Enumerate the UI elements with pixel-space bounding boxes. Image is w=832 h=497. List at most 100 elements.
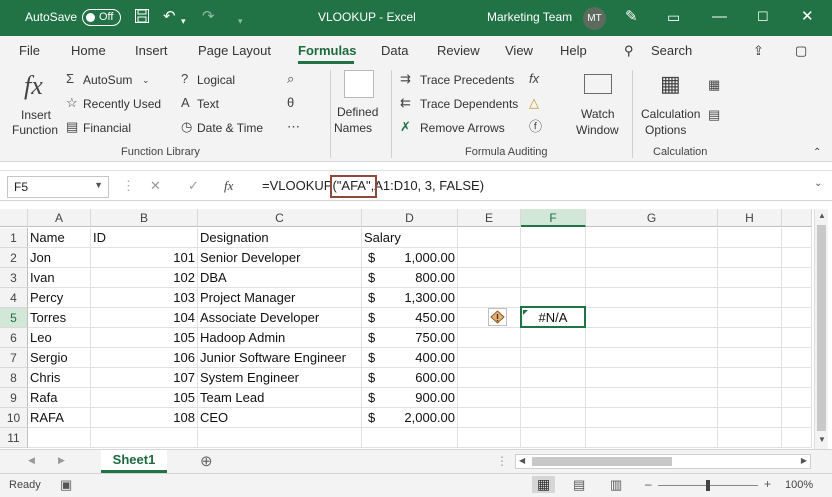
chevron-down-icon[interactable]: ⌄: [142, 73, 150, 87]
trace-precedents-icon[interactable]: ⇉: [400, 72, 411, 86]
table-cell[interactable]: Rafa: [28, 388, 91, 408]
table-cell[interactable]: 108: [91, 408, 198, 428]
table-cell[interactable]: [458, 348, 521, 368]
cancel-icon[interactable]: ✕: [150, 178, 161, 194]
table-cell[interactable]: $900.00: [362, 388, 458, 408]
table-cell[interactable]: [782, 388, 812, 408]
more-functions-icon[interactable]: ⋯: [287, 120, 300, 134]
search-icon[interactable]: ⚲: [624, 43, 634, 59]
table-cell[interactable]: [782, 248, 812, 268]
table-cell[interactable]: ID: [91, 228, 198, 248]
table-cell[interactable]: [718, 248, 782, 268]
table-cell[interactable]: 106: [91, 348, 198, 368]
trace-precedents-button[interactable]: Trace Precedents: [420, 73, 514, 87]
add-sheet-icon[interactable]: ⊕: [200, 452, 213, 470]
col-header-g[interactable]: G: [586, 209, 718, 227]
table-cell[interactable]: 101: [91, 248, 198, 268]
table-cell[interactable]: [521, 428, 586, 448]
row-header[interactable]: 10: [0, 408, 28, 428]
zoom-level[interactable]: 100%: [785, 479, 813, 491]
table-cell[interactable]: [458, 428, 521, 448]
text-icon[interactable]: A: [181, 96, 190, 110]
table-cell[interactable]: Sergio: [28, 348, 91, 368]
table-cell[interactable]: [521, 388, 586, 408]
table-cell[interactable]: $750.00: [362, 328, 458, 348]
table-cell[interactable]: $400.00: [362, 348, 458, 368]
table-cell[interactable]: [521, 248, 586, 268]
table-cell[interactable]: [782, 288, 812, 308]
table-cell[interactable]: [91, 428, 198, 448]
table-cell[interactable]: Torres: [28, 308, 91, 328]
table-cell[interactable]: [521, 408, 586, 428]
insert-function-button[interactable]: fx: [224, 178, 233, 194]
scroll-left-icon[interactable]: ◀: [519, 456, 525, 465]
table-cell[interactable]: [782, 368, 812, 388]
collapse-ribbon-icon[interactable]: ⌃: [813, 146, 821, 160]
scroll-up-icon[interactable]: ▲: [818, 211, 826, 220]
page-break-view-icon[interactable]: ▥: [610, 477, 622, 493]
logical-icon[interactable]: ?: [181, 72, 188, 86]
scroll-right-icon[interactable]: ▶: [801, 456, 807, 465]
table-cell[interactable]: CEO: [198, 408, 362, 428]
table-cell[interactable]: [782, 308, 812, 328]
scroll-right-sheet-icon[interactable]: ▶: [58, 455, 65, 466]
table-cell[interactable]: [586, 368, 718, 388]
table-cell[interactable]: [782, 428, 812, 448]
col-header-e[interactable]: E: [458, 209, 521, 227]
macro-record-icon[interactable]: ▣: [60, 477, 72, 493]
row-header[interactable]: 11: [0, 428, 28, 448]
maximize-icon[interactable]: ☐: [757, 8, 769, 26]
table-cell[interactable]: $1,300.00: [362, 288, 458, 308]
trace-dependents-icon[interactable]: ⇇: [400, 96, 411, 110]
table-cell[interactable]: Jon: [28, 248, 91, 268]
trace-dependents-button[interactable]: Trace Dependents: [420, 97, 518, 111]
zoom-out-icon[interactable]: –: [645, 477, 652, 491]
table-cell[interactable]: Leo: [28, 328, 91, 348]
table-cell[interactable]: [718, 388, 782, 408]
tab-data[interactable]: Data: [381, 43, 408, 58]
minimize-icon[interactable]: —: [712, 8, 727, 26]
table-cell[interactable]: $1,000.00: [362, 248, 458, 268]
tab-review[interactable]: Review: [437, 43, 480, 58]
show-formulas-icon[interactable]: fx: [529, 72, 539, 86]
avatar[interactable]: MT: [583, 7, 606, 30]
row-header[interactable]: 9: [0, 388, 28, 408]
comments-icon[interactable]: ▢: [795, 43, 807, 59]
error-warning-icon[interactable]: [488, 308, 507, 326]
table-cell[interactable]: [458, 228, 521, 248]
table-cell[interactable]: [28, 428, 91, 448]
table-cell[interactable]: [362, 428, 458, 448]
table-cell[interactable]: [718, 328, 782, 348]
text-button[interactable]: Text: [197, 97, 219, 111]
date-time-icon[interactable]: ◷: [181, 120, 192, 134]
logical-button[interactable]: Logical: [197, 73, 235, 87]
calculate-sheet-icon[interactable]: ▤: [708, 108, 720, 122]
table-cell[interactable]: [718, 368, 782, 388]
table-cell[interactable]: [718, 348, 782, 368]
select-all-corner[interactable]: [0, 209, 28, 227]
table-cell[interactable]: [586, 348, 718, 368]
undo-dropdown-icon[interactable]: ▾: [181, 12, 186, 30]
row-header[interactable]: 6: [0, 328, 28, 348]
table-cell[interactable]: Senior Developer: [198, 248, 362, 268]
table-cell[interactable]: DBA: [198, 268, 362, 288]
table-cell[interactable]: Junior Software Engineer: [198, 348, 362, 368]
search-label[interactable]: Search: [651, 43, 692, 58]
table-cell[interactable]: [586, 268, 718, 288]
table-cell[interactable]: [782, 348, 812, 368]
defined-names-icon[interactable]: [344, 70, 374, 98]
table-cell[interactable]: [198, 428, 362, 448]
active-cell-f5[interactable]: [520, 306, 586, 328]
calculation-options-label-2[interactable]: Options: [645, 123, 686, 137]
share-icon[interactable]: ⇪: [753, 43, 764, 59]
table-cell[interactable]: [718, 428, 782, 448]
scroll-left-sheet-icon[interactable]: ◀: [28, 455, 35, 466]
expand-formula-icon[interactable]: ⌄: [814, 178, 822, 189]
row-header[interactable]: 7: [0, 348, 28, 368]
sheet-tab-sheet1[interactable]: Sheet1: [101, 450, 167, 473]
autosave-toggle[interactable]: Off: [82, 9, 121, 26]
table-cell[interactable]: Hadoop Admin: [198, 328, 362, 348]
enter-icon[interactable]: ✓: [188, 178, 199, 194]
table-cell[interactable]: Name: [28, 228, 91, 248]
table-cell[interactable]: [458, 288, 521, 308]
